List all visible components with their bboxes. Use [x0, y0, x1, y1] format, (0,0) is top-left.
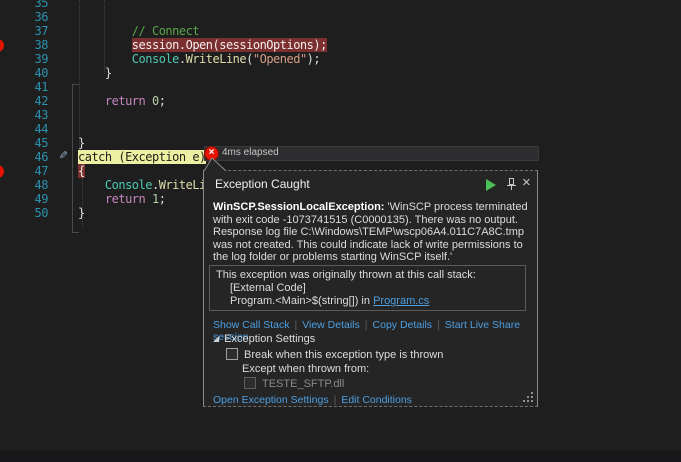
line-number[interactable]: 44	[0, 122, 48, 136]
show-call-stack-link[interactable]: Show Call Stack	[213, 319, 289, 331]
exception-type: WinSCP.SessionLocalException:	[213, 201, 384, 213]
popup-title: Exception Caught	[215, 177, 310, 191]
source-file-link[interactable]: Program.cs	[373, 295, 429, 307]
view-details-link[interactable]: View Details	[302, 319, 360, 331]
perf-tip-label: 4ms elapsed	[222, 147, 279, 159]
line-number[interactable]: 36	[0, 10, 48, 24]
code-line-35[interactable]: 35	[0, 0, 681, 10]
vs-debugger-screen: 353637 // Connect38 session.Open(session…	[0, 0, 681, 462]
code-line-36[interactable]: 36	[0, 10, 681, 24]
module-label: TESTE_SFTP.dll	[262, 378, 344, 390]
code-line-42[interactable]: 42 return 0;	[0, 94, 681, 108]
break-when-thrown-checkbox[interactable]	[226, 348, 238, 360]
code-line-40[interactable]: 40 }	[0, 66, 681, 80]
line-number[interactable]: 47	[0, 164, 48, 178]
line-number[interactable]: 45	[0, 136, 48, 150]
line-number[interactable]: 50	[0, 206, 48, 220]
resize-grip[interactable]	[523, 392, 534, 403]
except-when-thrown-label: Except when thrown from:	[242, 363, 369, 375]
line-number[interactable]: 48	[0, 178, 48, 192]
line-number[interactable]: 41	[0, 80, 48, 94]
exception-popup: Exception Caught × WinSCP.SessionLocalEx…	[203, 170, 538, 407]
code-line-43[interactable]: 43	[0, 108, 681, 122]
exception-settings-header[interactable]: Exception Settings	[224, 333, 315, 345]
call-stack-intro: This exception was originally thrown at …	[216, 269, 519, 282]
line-number[interactable]: 35	[0, 0, 48, 10]
close-icon[interactable]: ×	[522, 174, 531, 191]
module-checkbox[interactable]	[244, 377, 256, 389]
panel-edge	[0, 450, 681, 462]
stack-frame: [External Code]	[216, 282, 519, 295]
line-number[interactable]: 43	[0, 108, 48, 122]
pin-icon[interactable]	[505, 178, 517, 191]
line-number[interactable]: 38	[0, 38, 48, 52]
line-number[interactable]: 42	[0, 94, 48, 108]
open-exception-settings-link[interactable]: Open Exception Settings	[213, 394, 329, 406]
line-number[interactable]: 37	[0, 24, 48, 38]
pencil-icon: ✎	[52, 150, 68, 164]
exception-message: WinSCP.SessionLocalException: 'WinSCP pr…	[213, 201, 531, 264]
edit-conditions-link[interactable]: Edit Conditions	[341, 394, 412, 406]
line-number[interactable]: 46	[0, 150, 48, 164]
code-line-37[interactable]: 37 // Connect	[0, 24, 681, 38]
copy-details-link[interactable]: Copy Details	[373, 319, 433, 331]
block-structure-hook	[72, 232, 79, 233]
expander-icon[interactable]: ◢	[213, 334, 219, 343]
line-number[interactable]: 40	[0, 66, 48, 80]
perf-tip[interactable]: ≤ × 4ms elapsed	[204, 146, 539, 161]
continue-execution-icon[interactable]	[486, 179, 496, 191]
line-number[interactable]: 49	[0, 192, 48, 206]
line-number[interactable]: 39	[0, 52, 48, 66]
code-line-39[interactable]: 39 Console.WriteLine("Opened");	[0, 52, 681, 66]
code-line-44[interactable]: 44	[0, 122, 681, 136]
code-line-41[interactable]: 41	[0, 80, 681, 94]
stack-frame: Program.<Main>$(string[]) in Program.cs	[216, 295, 519, 308]
call-stack-box: This exception was originally thrown at …	[209, 265, 526, 311]
break-when-thrown-label: Break when this exception type is thrown	[244, 349, 443, 361]
code-line-38[interactable]: 38 session.Open(sessionOptions);	[0, 38, 681, 52]
popup-callout-pointer	[202, 157, 228, 172]
